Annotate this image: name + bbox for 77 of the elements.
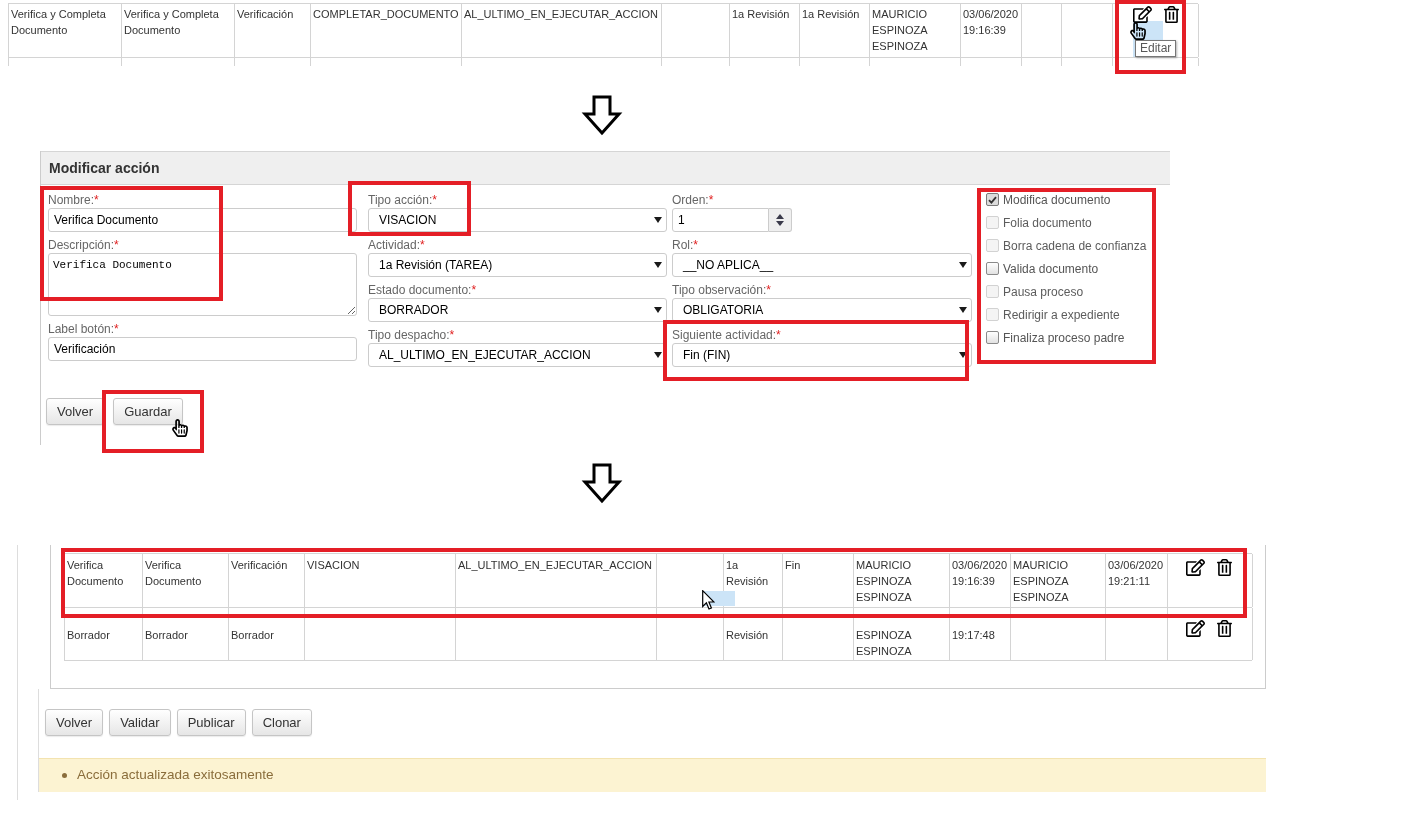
- caret-down-icon: [654, 262, 662, 268]
- field-label: Tipo despacho:*: [368, 328, 456, 343]
- checkbox-label[interactable]: Valida documento: [1003, 259, 1099, 278]
- field-label: Actividad:*: [368, 238, 426, 253]
- table-cell: Verificación: [235, 4, 311, 57]
- caret-down-icon: [654, 307, 662, 313]
- field-label: Descripción:*: [48, 238, 120, 253]
- dropdown[interactable]: OBLIGATORIA: [672, 298, 972, 322]
- toolbar-button[interactable]: Publicar: [176, 709, 246, 736]
- text-input[interactable]: Verificación: [48, 337, 357, 361]
- message-text: Acción actualizada exitosamente: [77, 766, 274, 785]
- table-cell: MAURICIO ESPINOZA ESPINOZA: [854, 554, 950, 607]
- table-cell: Verifica Documento: [65, 554, 143, 607]
- field-label: Tipo acción:*: [368, 193, 438, 208]
- dropdown[interactable]: Fin (FIN): [672, 343, 972, 367]
- bullet-icon: [62, 773, 67, 778]
- checkbox[interactable]: [986, 193, 999, 206]
- panel-title: Modificar acción: [49, 158, 160, 178]
- caret-down-icon: [959, 352, 967, 358]
- dropdown[interactable]: BORRADOR: [368, 298, 667, 322]
- trash-icon[interactable]: [1164, 6, 1179, 23]
- table-cell: Verifica y Completa Documento: [122, 4, 235, 57]
- table-cell: MAURICIO ESPINOZA ESPINOZA: [870, 4, 961, 57]
- text-area[interactable]: Verifica Documento: [48, 253, 357, 316]
- field-label: Estado documento:*: [368, 283, 478, 298]
- checkbox-label[interactable]: Finaliza proceso padre: [1003, 328, 1125, 347]
- table-cell: Verifica y Completa Documento: [9, 4, 122, 57]
- table-cell: Borrador: [65, 608, 143, 660]
- number-input[interactable]: 1: [672, 208, 769, 232]
- table-cell: Verificación: [229, 554, 305, 607]
- dropdown[interactable]: 1a Revisión (TAREA): [368, 253, 667, 277]
- table-cell: Fin: [783, 554, 854, 607]
- form-button[interactable]: Volver: [46, 398, 105, 425]
- table-cell: COMPLETAR_DOCUMENTO: [311, 4, 462, 57]
- checkbox[interactable]: [986, 262, 999, 275]
- table-cell: Borrador: [229, 608, 305, 660]
- trash-icon[interactable]: [1217, 620, 1232, 637]
- table-cell: AL_ULTIMO_EN_EJECUTAR_ACCION: [456, 554, 657, 607]
- table-cell: Revisión: [724, 608, 783, 660]
- toolbar-button[interactable]: Clonar: [251, 709, 312, 736]
- checkbox-label[interactable]: Modifica documento: [1003, 190, 1111, 209]
- caret-down-icon: [654, 217, 662, 223]
- trash-icon[interactable]: [1217, 559, 1232, 576]
- toolbar-button[interactable]: Validar: [109, 709, 171, 736]
- caret-down-icon: [959, 262, 967, 268]
- caret-down-icon: [654, 352, 662, 358]
- spinner-button[interactable]: [769, 208, 792, 232]
- table-cell: 03/06/2020 19:16:39: [950, 554, 1011, 607]
- up-down-arrows-icon: [776, 214, 784, 226]
- table-cell: 03/06/2020 19:21:11: [1106, 554, 1168, 607]
- field-label: Label botón:*: [48, 322, 120, 337]
- field-label: Nombre:*: [48, 193, 100, 208]
- field-label: Tipo observación:*: [672, 283, 772, 298]
- table-cell: VISACION: [305, 554, 456, 607]
- field-label: Siguiente actividad:*: [672, 328, 782, 343]
- down-arrow-icon: [580, 463, 624, 505]
- toolbar-button[interactable]: Volver: [45, 709, 104, 736]
- table-cell: Borrador: [143, 608, 229, 660]
- tooltip: Editar: [1135, 40, 1177, 57]
- table-cell: 03/06/2020 19:16:39: [961, 4, 1022, 57]
- table-cell: 19:17:48: [950, 608, 1011, 660]
- table-cell: 1a Revisión: [800, 4, 870, 57]
- table-cell: ESPINOZA ESPINOZA: [854, 608, 950, 660]
- checkbox[interactable]: [986, 331, 999, 344]
- table-cell: Verifica Documento: [143, 554, 229, 607]
- down-arrow-icon: [580, 95, 624, 137]
- arrow-cursor-icon: [702, 590, 715, 610]
- checkmark-icon: [988, 195, 997, 204]
- text-input[interactable]: Verifica Documento: [48, 208, 357, 232]
- field-label: Rol:*: [672, 238, 699, 253]
- table-cell: MAURICIO ESPINOZA ESPINOZA: [1011, 554, 1106, 607]
- field-label: Orden:*: [672, 193, 715, 208]
- table-cell: AL_ULTIMO_EN_EJECUTAR_ACCION: [462, 4, 662, 57]
- dropdown[interactable]: __NO APLICA__: [672, 253, 972, 277]
- table-cell: 1a Revisión: [730, 4, 800, 57]
- dropdown[interactable]: VISACION: [368, 208, 667, 232]
- caret-down-icon: [959, 307, 967, 313]
